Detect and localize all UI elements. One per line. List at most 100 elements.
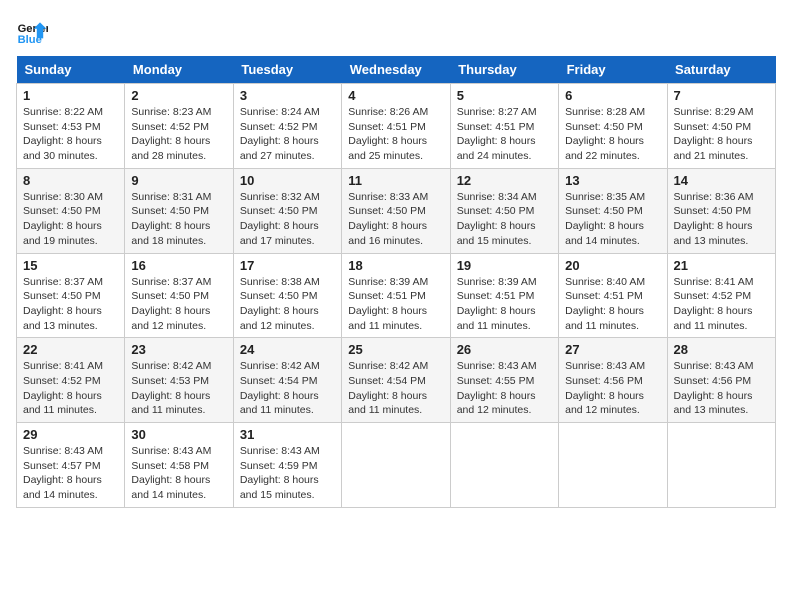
- calendar-header-tuesday: Tuesday: [233, 56, 341, 84]
- calendar-cell: [559, 423, 667, 508]
- calendar-header-thursday: Thursday: [450, 56, 558, 84]
- day-detail: Sunrise: 8:42 AMSunset: 4:54 PMDaylight:…: [240, 359, 335, 418]
- calendar-week-row: 1 Sunrise: 8:22 AMSunset: 4:53 PMDaylight…: [17, 84, 776, 169]
- day-number: 9: [131, 173, 226, 188]
- day-detail: Sunrise: 8:30 AMSunset: 4:50 PMDaylight:…: [23, 190, 118, 249]
- day-detail: Sunrise: 8:34 AMSunset: 4:50 PMDaylight:…: [457, 190, 552, 249]
- day-number: 26: [457, 342, 552, 357]
- calendar-cell: 23Sunrise: 8:42 AMSunset: 4:53 PMDayligh…: [125, 338, 233, 423]
- day-detail: Sunrise: 8:43 AMSunset: 4:56 PMDaylight:…: [565, 359, 660, 418]
- calendar-cell: 11 Sunrise: 8:33 AMSunset: 4:50 PMDayligh…: [342, 168, 450, 253]
- calendar-cell: [342, 423, 450, 508]
- logo-icon: General Blue: [16, 16, 48, 48]
- day-number: 28: [674, 342, 769, 357]
- day-number: 23: [131, 342, 226, 357]
- day-number: 6: [565, 88, 660, 103]
- day-number: 7: [674, 88, 769, 103]
- day-detail: Sunrise: 8:35 AMSunset: 4:50 PMDaylight:…: [565, 190, 660, 249]
- day-detail: Sunrise: 8:42 AMSunset: 4:54 PMDaylight:…: [348, 359, 443, 418]
- calendar-header-saturday: Saturday: [667, 56, 775, 84]
- day-detail: Sunrise: 8:40 AMSunset: 4:51 PMDaylight:…: [565, 275, 660, 334]
- day-detail: Sunrise: 8:43 AMSunset: 4:59 PMDaylight:…: [240, 444, 335, 503]
- day-number: 8: [23, 173, 118, 188]
- day-number: 20: [565, 258, 660, 273]
- calendar-cell: 10 Sunrise: 8:32 AMSunset: 4:50 PMDayligh…: [233, 168, 341, 253]
- calendar-cell: 28 Sunrise: 8:43 AMSunset: 4:56 PMDayligh…: [667, 338, 775, 423]
- day-detail: Sunrise: 8:33 AMSunset: 4:50 PMDaylight:…: [348, 190, 443, 249]
- calendar-header-friday: Friday: [559, 56, 667, 84]
- calendar-cell: 15 Sunrise: 8:37 AMSunset: 4:50 PMDayligh…: [17, 253, 125, 338]
- calendar-cell: 13 Sunrise: 8:35 AMSunset: 4:50 PMDayligh…: [559, 168, 667, 253]
- day-detail: Sunrise: 8:24 AMSunset: 4:52 PMDaylight:…: [240, 105, 335, 164]
- day-detail: Sunrise: 8:31 AMSunset: 4:50 PMDaylight:…: [131, 190, 226, 249]
- day-number: 10: [240, 173, 335, 188]
- day-number: 14: [674, 173, 769, 188]
- calendar-cell: 22 Sunrise: 8:41 AMSunset: 4:52 PMDayligh…: [17, 338, 125, 423]
- day-number: 25: [348, 342, 443, 357]
- calendar-table: SundayMondayTuesdayWednesdayThursdayFrid…: [16, 56, 776, 508]
- calendar-header-sunday: Sunday: [17, 56, 125, 84]
- day-detail: Sunrise: 8:43 AMSunset: 4:57 PMDaylight:…: [23, 444, 118, 503]
- day-detail: Sunrise: 8:43 AMSunset: 4:55 PMDaylight:…: [457, 359, 552, 418]
- day-detail: Sunrise: 8:37 AMSunset: 4:50 PMDaylight:…: [23, 275, 118, 334]
- day-number: 12: [457, 173, 552, 188]
- day-number: 15: [23, 258, 118, 273]
- day-number: 24: [240, 342, 335, 357]
- day-detail: Sunrise: 8:41 AMSunset: 4:52 PMDaylight:…: [23, 359, 118, 418]
- calendar-week-row: 22 Sunrise: 8:41 AMSunset: 4:52 PMDayligh…: [17, 338, 776, 423]
- day-detail: Sunrise: 8:22 AMSunset: 4:53 PMDaylight:…: [23, 105, 118, 164]
- calendar-cell: 20 Sunrise: 8:40 AMSunset: 4:51 PMDayligh…: [559, 253, 667, 338]
- day-number: 30: [131, 427, 226, 442]
- day-detail: Sunrise: 8:37 AMSunset: 4:50 PMDaylight:…: [131, 275, 226, 334]
- day-number: 19: [457, 258, 552, 273]
- day-number: 31: [240, 427, 335, 442]
- day-number: 17: [240, 258, 335, 273]
- calendar-cell: 14Sunrise: 8:36 AMSunset: 4:50 PMDayligh…: [667, 168, 775, 253]
- calendar-cell: 30 Sunrise: 8:43 AMSunset: 4:58 PMDayligh…: [125, 423, 233, 508]
- calendar-cell: 19 Sunrise: 8:39 AMSunset: 4:51 PMDayligh…: [450, 253, 558, 338]
- calendar-cell: 4 Sunrise: 8:26 AMSunset: 4:51 PMDaylight…: [342, 84, 450, 169]
- day-number: 4: [348, 88, 443, 103]
- page-header: General Blue: [16, 16, 776, 48]
- day-detail: Sunrise: 8:27 AMSunset: 4:51 PMDaylight:…: [457, 105, 552, 164]
- day-number: 3: [240, 88, 335, 103]
- calendar-cell: 24 Sunrise: 8:42 AMSunset: 4:54 PMDayligh…: [233, 338, 341, 423]
- calendar-cell: 1 Sunrise: 8:22 AMSunset: 4:53 PMDaylight…: [17, 84, 125, 169]
- calendar-cell: 29 Sunrise: 8:43 AMSunset: 4:57 PMDayligh…: [17, 423, 125, 508]
- day-number: 5: [457, 88, 552, 103]
- day-number: 11: [348, 173, 443, 188]
- calendar-cell: 31 Sunrise: 8:43 AMSunset: 4:59 PMDayligh…: [233, 423, 341, 508]
- calendar-cell: 12 Sunrise: 8:34 AMSunset: 4:50 PMDayligh…: [450, 168, 558, 253]
- calendar-cell: 9 Sunrise: 8:31 AMSunset: 4:50 PMDaylight…: [125, 168, 233, 253]
- svg-text:General: General: [18, 23, 48, 35]
- calendar-cell: 18 Sunrise: 8:39 AMSunset: 4:51 PMDayligh…: [342, 253, 450, 338]
- calendar-cell: 7Sunrise: 8:29 AMSunset: 4:50 PMDaylight…: [667, 84, 775, 169]
- day-detail: Sunrise: 8:26 AMSunset: 4:51 PMDaylight:…: [348, 105, 443, 164]
- day-number: 22: [23, 342, 118, 357]
- day-detail: Sunrise: 8:39 AMSunset: 4:51 PMDaylight:…: [457, 275, 552, 334]
- calendar-cell: 21Sunrise: 8:41 AMSunset: 4:52 PMDayligh…: [667, 253, 775, 338]
- calendar-cell: [667, 423, 775, 508]
- calendar-cell: 3 Sunrise: 8:24 AMSunset: 4:52 PMDaylight…: [233, 84, 341, 169]
- day-number: 1: [23, 88, 118, 103]
- calendar-cell: [450, 423, 558, 508]
- day-detail: Sunrise: 8:43 AMSunset: 4:56 PMDaylight:…: [674, 359, 769, 418]
- calendar-cell: 8 Sunrise: 8:30 AMSunset: 4:50 PMDaylight…: [17, 168, 125, 253]
- day-detail: Sunrise: 8:43 AMSunset: 4:58 PMDaylight:…: [131, 444, 226, 503]
- calendar-cell: 5 Sunrise: 8:27 AMSunset: 4:51 PMDaylight…: [450, 84, 558, 169]
- calendar-week-row: 15 Sunrise: 8:37 AMSunset: 4:50 PMDayligh…: [17, 253, 776, 338]
- day-number: 13: [565, 173, 660, 188]
- day-detail: Sunrise: 8:39 AMSunset: 4:51 PMDaylight:…: [348, 275, 443, 334]
- day-number: 27: [565, 342, 660, 357]
- day-detail: Sunrise: 8:41 AMSunset: 4:52 PMDaylight:…: [674, 275, 769, 334]
- day-detail: Sunrise: 8:28 AMSunset: 4:50 PMDaylight:…: [565, 105, 660, 164]
- day-number: 29: [23, 427, 118, 442]
- day-number: 18: [348, 258, 443, 273]
- calendar-header-row: SundayMondayTuesdayWednesdayThursdayFrid…: [17, 56, 776, 84]
- day-detail: Sunrise: 8:32 AMSunset: 4:50 PMDaylight:…: [240, 190, 335, 249]
- calendar-week-row: 29 Sunrise: 8:43 AMSunset: 4:57 PMDayligh…: [17, 423, 776, 508]
- calendar-header-monday: Monday: [125, 56, 233, 84]
- calendar-cell: 27 Sunrise: 8:43 AMSunset: 4:56 PMDayligh…: [559, 338, 667, 423]
- calendar-header-wednesday: Wednesday: [342, 56, 450, 84]
- calendar-cell: 6 Sunrise: 8:28 AMSunset: 4:50 PMDaylight…: [559, 84, 667, 169]
